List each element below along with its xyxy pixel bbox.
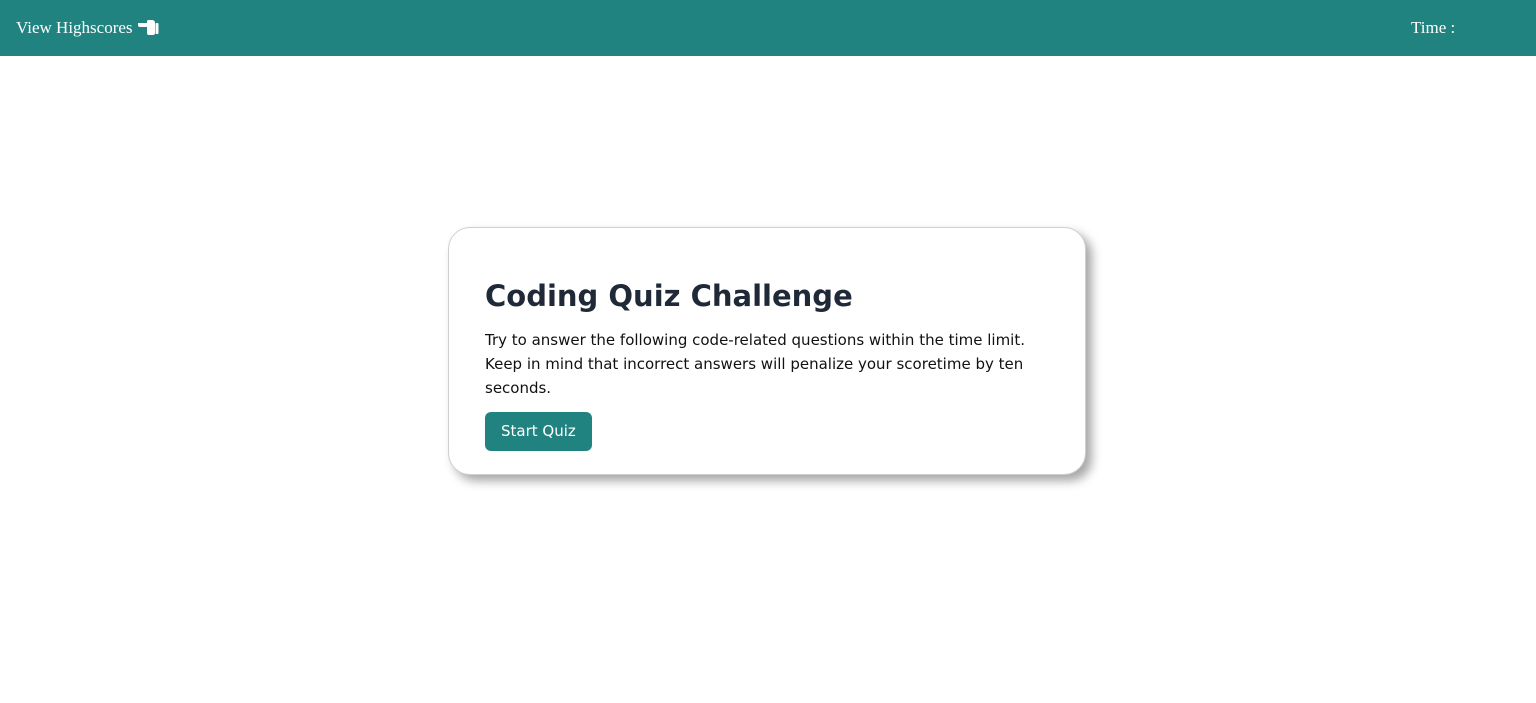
instructions-line-2: Keep in mind that incorrect answers will…	[485, 355, 1024, 397]
pointing-hand-icon	[137, 19, 159, 37]
top-bar: View Highscores Time :	[0, 0, 1536, 56]
view-highscores-link[interactable]: View Highscores	[16, 18, 159, 38]
quiz-title: Coding Quiz Challenge	[485, 279, 853, 313]
instructions-line-1: Try to answer the following code-related…	[485, 331, 1025, 349]
view-highscores-label: View Highscores	[16, 18, 133, 37]
start-quiz-button[interactable]: Start Quiz	[485, 412, 592, 451]
quiz-instructions: Try to answer the following code-related…	[485, 328, 1049, 400]
quiz-intro-card: Coding Quiz Challenge Try to answer the …	[448, 227, 1086, 475]
timer-label: Time :	[1411, 18, 1456, 37]
